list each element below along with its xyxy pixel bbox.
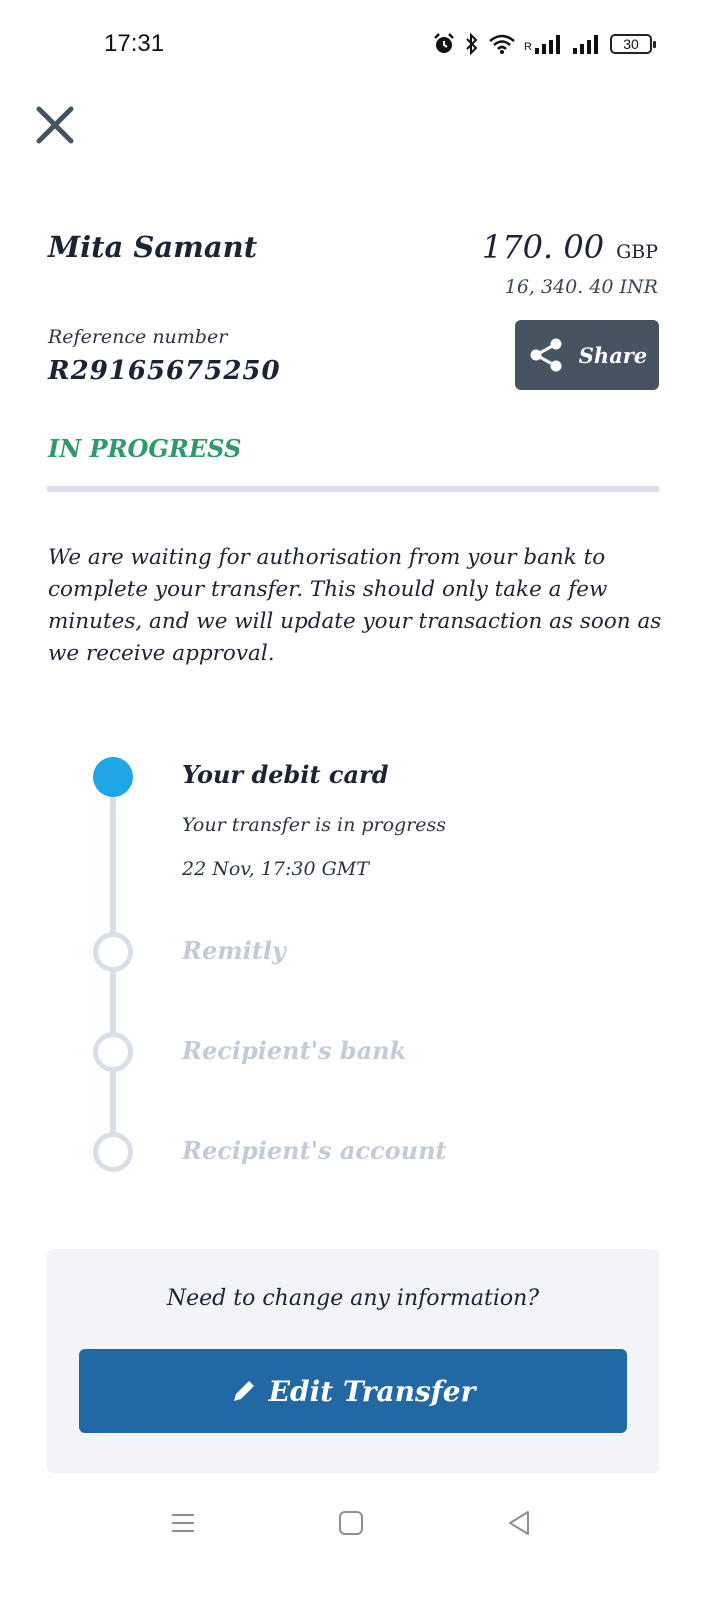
alarm-icon [434, 33, 454, 53]
back-icon [509, 1511, 529, 1535]
step-title-recipient-account: Recipient's account [182, 1136, 447, 1165]
step-dot-recipient-account [93, 1132, 133, 1172]
menu-icon [172, 1514, 194, 1532]
converted-amount: 16, 340. 40 INR [504, 276, 658, 298]
step-dot-debit-card [93, 757, 133, 797]
step-dot-remitly [93, 932, 133, 972]
transfer-status: IN PROGRESS [48, 434, 242, 463]
status-icons: R 30 [432, 32, 656, 56]
bluetooth-icon [466, 32, 478, 56]
back-button[interactable] [506, 1510, 532, 1540]
reference-number: R29165675250 [48, 356, 281, 386]
divider [47, 486, 659, 492]
edit-transfer-button[interactable]: Edit Transfer [79, 1349, 627, 1433]
amount-currency: GBP [616, 241, 658, 263]
battery-icon: 30 [610, 34, 656, 54]
step-title-recipient-bank: Recipient's bank [182, 1036, 407, 1065]
share-icon [530, 338, 562, 372]
pencil-icon [233, 1381, 254, 1401]
menu-button[interactable] [170, 1510, 196, 1540]
close-button[interactable] [34, 104, 76, 146]
share-label: Share [578, 342, 648, 368]
signal-icon [535, 35, 560, 54]
step-subtitle: Your transfer is in progress [182, 814, 447, 836]
step-timestamp: 22 Nov, 17:30 GMT [182, 858, 369, 880]
step-title-remitly: Remitly [182, 936, 286, 965]
wifi-icon [489, 34, 515, 54]
recipient-name: Mita Samant [48, 230, 258, 264]
help-question: Need to change any information? [166, 1286, 540, 1311]
close-icon [36, 106, 74, 144]
step-dot-recipient-bank [93, 1032, 133, 1072]
transfer-amount: 170. 00 GBP [482, 228, 658, 266]
reference-label: Reference number [48, 326, 228, 348]
status-time: 17:31 [104, 30, 165, 57]
signal-icon [573, 35, 598, 54]
step-title-debit-card: Your debit card [182, 760, 389, 789]
system-nav-bar [0, 1490, 720, 1560]
roaming-label: R [524, 41, 532, 53]
edit-transfer-label: Edit Transfer [268, 1374, 476, 1408]
amount-value: 170. 00 [481, 228, 605, 266]
share-button[interactable]: Share [515, 320, 659, 390]
home-icon [339, 1511, 363, 1535]
status-message: We are waiting for authorisation from yo… [48, 545, 662, 666]
status-bar: 17:31 R 30 [0, 0, 720, 90]
home-button[interactable] [338, 1510, 364, 1540]
